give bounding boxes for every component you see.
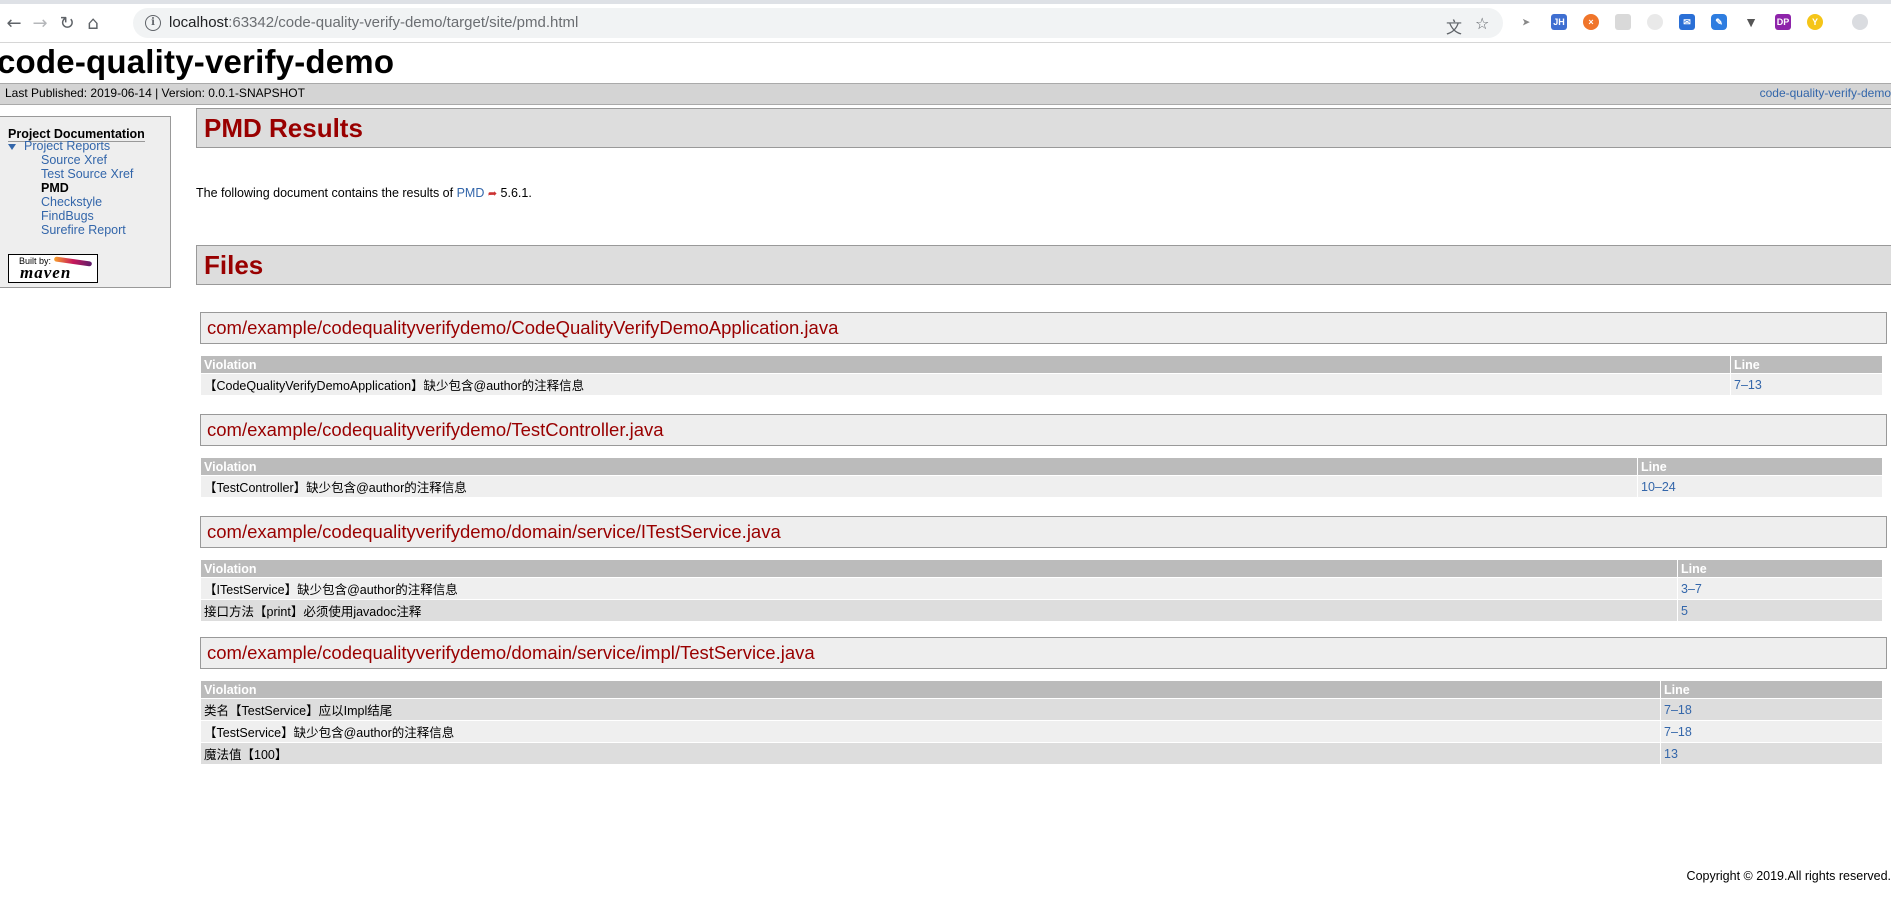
files-heading-bar: Files: [196, 245, 1891, 285]
results-title: PMD Results: [204, 113, 363, 143]
files-title: Files: [204, 250, 264, 280]
file-heading: com/example/codequalityverifydemo/CodeQu…: [200, 312, 1887, 344]
file-path: com/example/codequalityverifydemo/domain…: [207, 642, 815, 663]
table-row: 类名【TestService】应以Impl结尾 7–18: [201, 699, 1882, 720]
pmd-link[interactable]: PMD: [457, 186, 485, 200]
intro-suffix: 5.6.1.: [497, 186, 532, 200]
dp-extension-label: DP: [1776, 17, 1790, 27]
line-column-header: Line: [1678, 560, 1882, 577]
line-link[interactable]: 7–18: [1661, 699, 1882, 720]
violation-text: 类名【TestService】应以Impl结尾: [201, 699, 1660, 720]
nav-pmd: PMD: [41, 181, 69, 195]
violation-text: 【ITestService】缺少包含@author的注释信息: [201, 578, 1677, 599]
url-text[interactable]: localhost:63342/code-quality-verify-demo…: [169, 14, 578, 31]
file-heading: com/example/codequalityverifydemo/TestCo…: [200, 414, 1887, 446]
browser-toolbar: ← → ↻ ⌂ i localhost:63342/code-quality-v…: [0, 0, 1891, 43]
site-info-icon[interactable]: i: [145, 15, 161, 31]
dp-extension-icon[interactable]: DP: [1775, 14, 1791, 30]
nav-test-source-xref[interactable]: Test Source Xref: [41, 167, 133, 181]
site-title: code-quality-verify-demo: [0, 43, 395, 80]
violation-column-header: Violation: [201, 356, 1730, 373]
intro-prefix: The following document contains the resu…: [196, 186, 457, 200]
violation-text: 【CodeQualityVerifyDemoApplication】缺少包含@a…: [201, 374, 1730, 395]
line-link[interactable]: 7–18: [1661, 721, 1882, 742]
left-navigation: Project Documentation Project Reports So…: [0, 116, 171, 288]
blocker-extension-icon[interactable]: ×: [1583, 14, 1599, 30]
url-host: localhost: [169, 14, 229, 31]
file-path: com/example/codequalityverifydemo/domain…: [207, 521, 781, 542]
pen-extension-icon[interactable]: ✎: [1711, 14, 1727, 30]
published-info: Last Published: 2019-06-14 | Version: 0.…: [5, 86, 305, 100]
vue-extension-icon[interactable]: ▼: [1743, 14, 1759, 30]
violation-column-header: Violation: [201, 458, 1637, 475]
line-column-header: Line: [1731, 356, 1882, 373]
table-header-row: Violation Line: [201, 560, 1882, 577]
jh-extension-icon[interactable]: JH: [1551, 14, 1567, 30]
nav-findbugs[interactable]: FindBugs: [41, 209, 94, 223]
table-row: 魔法值【100】 13: [201, 743, 1882, 764]
face-extension-icon[interactable]: [1647, 14, 1663, 30]
file-path: com/example/codequalityverifydemo/TestCo…: [207, 419, 664, 440]
nav-project-reports[interactable]: Project Reports: [24, 139, 110, 153]
violations-table: Violation Line 【TestController】缺少包含@auth…: [200, 457, 1883, 498]
violation-column-header: Violation: [201, 560, 1677, 577]
table-header-row: Violation Line: [201, 356, 1882, 373]
page-content: code-quality-verify-demo Last Published:…: [0, 43, 1891, 902]
violation-text: 【TestService】缺少包含@author的注释信息: [201, 721, 1660, 742]
published-bar: Last Published: 2019-06-14 | Version: 0.…: [0, 83, 1891, 105]
built-by-maven-logo[interactable]: Built by: maven: [8, 254, 98, 283]
table-row: 【ITestService】缺少包含@author的注释信息 3–7: [201, 578, 1882, 599]
url-path: :63342/code-quality-verify-demo/target/s…: [228, 14, 579, 31]
address-bar[interactable]: i localhost:63342/code-quality-verify-de…: [133, 8, 1503, 38]
table-row: 接口方法【print】必须使用javadoc注释 5: [201, 600, 1882, 621]
project-home-link[interactable]: code-quality-verify-demo: [1760, 86, 1891, 100]
nav-surefire-report[interactable]: Surefire Report: [41, 223, 126, 237]
cursor-extension-icon[interactable]: ➤: [1518, 14, 1534, 30]
violations-table: Violation Line 类名【TestService】应以Impl结尾 7…: [200, 680, 1883, 765]
grid-extension-icon[interactable]: [1615, 14, 1631, 30]
line-link[interactable]: 3–7: [1678, 578, 1882, 599]
violation-text: 魔法值【100】: [201, 743, 1660, 764]
table-header-row: Violation Line: [201, 458, 1882, 475]
external-link-icon: ➦: [487, 188, 498, 200]
violation-column-header: Violation: [201, 681, 1660, 698]
line-link[interactable]: 5: [1678, 600, 1882, 621]
intro-paragraph: The following document contains the resu…: [196, 186, 532, 200]
violation-text: 【TestController】缺少包含@author的注释信息: [201, 476, 1637, 497]
reload-icon[interactable]: ↻: [56, 12, 78, 34]
tab-strip: [0, 0, 1891, 4]
line-column-header: Line: [1638, 458, 1882, 475]
home-icon[interactable]: ⌂: [82, 12, 104, 34]
table-row: 【TestService】缺少包含@author的注释信息 7–18: [201, 721, 1882, 742]
y-extension-icon[interactable]: Y: [1807, 14, 1823, 30]
line-link[interactable]: 10–24: [1638, 476, 1882, 497]
file-heading: com/example/codequalityverifydemo/domain…: [200, 637, 1887, 669]
file-heading: com/example/codequalityverifydemo/domain…: [200, 516, 1887, 548]
table-row: 【TestController】缺少包含@author的注释信息 10–24: [201, 476, 1882, 497]
nav-source-xref[interactable]: Source Xref: [41, 153, 107, 167]
table-row: 【CodeQualityVerifyDemoApplication】缺少包含@a…: [201, 374, 1882, 395]
expand-triangle-icon[interactable]: [8, 144, 16, 150]
copyright-footer: Copyright © 2019.All rights reserved.: [1686, 869, 1891, 883]
maven-wordmark: maven: [20, 263, 72, 282]
translate-extension-icon[interactable]: ✉: [1679, 14, 1695, 30]
line-link[interactable]: 13: [1661, 743, 1882, 764]
back-arrow-icon[interactable]: ←: [3, 12, 25, 34]
nav-checkstyle[interactable]: Checkstyle: [41, 195, 102, 209]
translate-icon[interactable]: 文: [1446, 14, 1462, 38]
bookmark-star-icon[interactable]: ☆: [1475, 14, 1489, 33]
violations-table: Violation Line 【ITestService】缺少包含@author…: [200, 559, 1883, 622]
table-header-row: Violation Line: [201, 681, 1882, 698]
forward-arrow-icon[interactable]: →: [29, 12, 51, 34]
file-path: com/example/codequalityverifydemo/CodeQu…: [207, 317, 839, 338]
profile-avatar-icon[interactable]: [1852, 14, 1868, 30]
line-column-header: Line: [1661, 681, 1882, 698]
line-link[interactable]: 7–13: [1731, 374, 1882, 395]
violation-text: 接口方法【print】必须使用javadoc注释: [201, 600, 1677, 621]
results-heading-bar: PMD Results: [196, 108, 1891, 148]
jh-extension-label: JH: [1553, 17, 1565, 27]
violations-table: Violation Line 【CodeQualityVerifyDemoApp…: [200, 355, 1883, 396]
